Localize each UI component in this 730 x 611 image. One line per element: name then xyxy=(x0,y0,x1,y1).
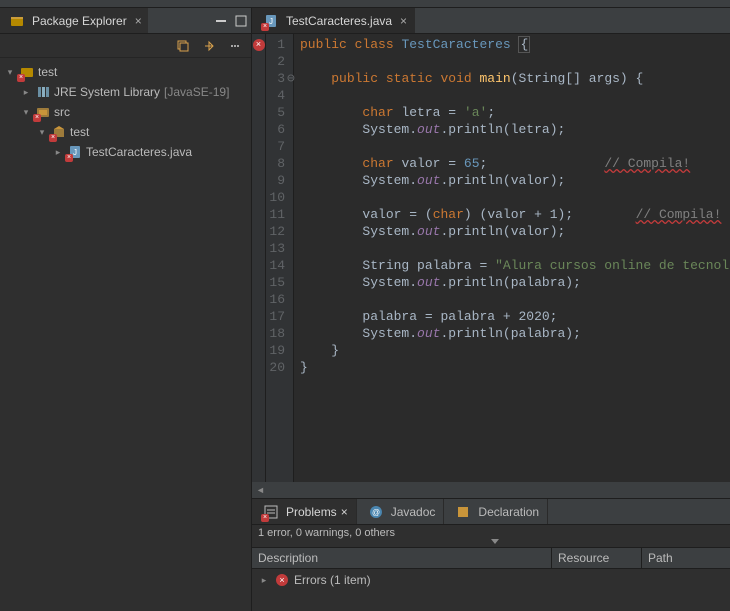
view-menu-icon[interactable] xyxy=(226,37,244,55)
link-editor-icon[interactable] xyxy=(200,37,218,55)
package-explorer-tab[interactable]: Package Explorer × xyxy=(0,8,148,33)
tab-javadoc-label: Javadoc xyxy=(391,505,436,519)
tree-project[interactable]: ▾ test xyxy=(0,62,251,82)
problems-icon xyxy=(263,504,279,520)
library-icon xyxy=(35,84,51,100)
tree-jre-label: JRE System Library xyxy=(54,85,160,99)
tree-project-label: test xyxy=(38,65,57,79)
editor-tabbar: J TestCaracteres.java × xyxy=(252,8,730,34)
chevron-down-icon[interactable]: ▾ xyxy=(20,107,32,118)
close-icon[interactable]: × xyxy=(135,14,142,28)
package-icon xyxy=(51,124,67,140)
tree-jre-suffix: [JavaSE-19] xyxy=(164,85,229,99)
tree-jre[interactable]: ▸ JRE System Library [JavaSE-19] xyxy=(0,82,251,102)
java-file-icon: J xyxy=(67,144,83,160)
package-explorer-panel: Package Explorer × ▾ xyxy=(0,8,252,611)
collapse-all-icon[interactable] xyxy=(174,37,192,55)
tree-src-label: src xyxy=(54,105,70,119)
editor-tab-label: TestCaracteres.java xyxy=(286,14,392,28)
col-resource[interactable]: Resource xyxy=(552,548,642,568)
tree-src[interactable]: ▾ src xyxy=(0,102,251,122)
svg-text:@: @ xyxy=(372,508,380,517)
tree-file[interactable]: ▸ J TestCaracteres.java xyxy=(0,142,251,162)
col-description[interactable]: Description xyxy=(252,548,552,568)
project-icon xyxy=(19,64,35,80)
chevron-right-icon[interactable]: ▸ xyxy=(52,147,64,158)
problems-panel: Problems × @ Javadoc Declaration 1 xyxy=(252,498,730,611)
javadoc-icon: @ xyxy=(368,504,384,520)
tree-package-label: test xyxy=(70,125,89,139)
source-folder-icon xyxy=(35,104,51,120)
chevron-right-icon[interactable]: ▸ xyxy=(20,87,32,98)
explorer-toolbar xyxy=(0,34,251,58)
close-icon[interactable]: × xyxy=(341,505,348,519)
col-path[interactable]: Path xyxy=(642,548,730,568)
tab-declaration-label: Declaration xyxy=(478,505,539,519)
tab-javadoc[interactable]: @ Javadoc xyxy=(357,499,445,524)
errors-group-label: Errors (1 item) xyxy=(294,573,371,587)
package-explorer-label: Package Explorer xyxy=(32,14,127,28)
marker-column: × xyxy=(252,34,266,482)
package-tree[interactable]: ▾ test ▸ JRE System Library [JavaSE-19] … xyxy=(0,58,251,611)
close-icon[interactable]: × xyxy=(400,14,407,28)
editor-panel: J TestCaracteres.java × × 123⊖4567891011… xyxy=(252,8,730,611)
maximize-icon[interactable] xyxy=(232,12,250,30)
bottom-tabbar: Problems × @ Javadoc Declaration xyxy=(252,499,730,525)
error-icon: × xyxy=(276,574,288,586)
top-toolbar xyxy=(0,0,730,8)
chevron-down-icon[interactable]: ▾ xyxy=(36,127,48,138)
problems-table-header: Description Resource Path xyxy=(252,547,730,569)
problems-status: 1 error, 0 warnings, 0 others xyxy=(252,525,730,547)
error-marker-icon[interactable]: × xyxy=(253,39,265,51)
explorer-tabbar: Package Explorer × xyxy=(0,8,251,34)
tab-problems-label: Problems xyxy=(286,505,337,519)
chevron-down-icon[interactable]: ▾ xyxy=(4,67,16,78)
horizontal-scrollbar[interactable]: ◄ xyxy=(252,482,730,498)
tree-file-label: TestCaracteres.java xyxy=(86,145,192,159)
package-explorer-icon xyxy=(9,13,25,29)
tree-package[interactable]: ▾ test xyxy=(0,122,251,142)
minimize-icon[interactable] xyxy=(212,12,230,30)
declaration-icon xyxy=(455,504,471,520)
java-file-icon: J xyxy=(263,13,279,29)
line-gutter: 123⊖4567891011121314151617181920 xyxy=(266,34,294,482)
svg-text:J: J xyxy=(73,148,77,157)
svg-text:J: J xyxy=(269,17,273,26)
tab-declaration[interactable]: Declaration xyxy=(444,499,548,524)
code-area[interactable]: public class TestCaracteres { public sta… xyxy=(294,34,730,482)
main-area: Package Explorer × ▾ xyxy=(0,8,730,611)
chevron-right-icon[interactable]: ▸ xyxy=(258,575,270,586)
tab-problems[interactable]: Problems × xyxy=(252,499,357,524)
editor-body[interactable]: × 123⊖4567891011121314151617181920 publi… xyxy=(252,34,730,482)
problems-row-errors[interactable]: ▸ × Errors (1 item) xyxy=(252,569,730,591)
editor-tab[interactable]: J TestCaracteres.java × xyxy=(252,8,415,33)
